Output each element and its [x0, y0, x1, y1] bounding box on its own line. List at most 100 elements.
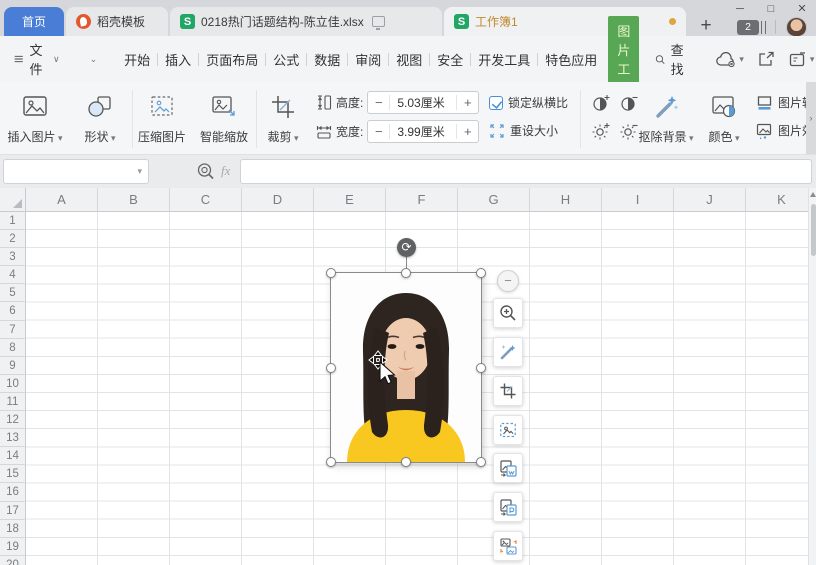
formula-input[interactable] — [240, 159, 812, 184]
menu-tab-插入[interactable]: 插入 — [158, 46, 198, 73]
vertical-scrollbar[interactable] — [808, 188, 816, 565]
maximize-button[interactable]: □ — [758, 2, 784, 17]
scroll-up-icon[interactable] — [810, 192, 816, 197]
menu-tab-开始[interactable]: 开始 — [117, 46, 157, 73]
column-header-B[interactable]: B — [98, 188, 170, 212]
crop-button[interactable]: 裁剪 ▾ — [254, 90, 312, 145]
user-avatar[interactable] — [786, 17, 807, 38]
collapse-toolbar-button[interactable]: − — [497, 270, 519, 292]
select-all-corner[interactable] — [0, 188, 26, 212]
row-header-11[interactable]: 11 — [0, 392, 26, 412]
resize-handle-s[interactable] — [401, 457, 411, 467]
row-header-7[interactable]: 7 — [0, 320, 26, 339]
ribbon-scroll-expander[interactable]: › — [806, 82, 816, 154]
quick-access-dropdown-icon[interactable]: ⌄ — [90, 54, 98, 65]
tab-workbook1-active[interactable]: S 工作簿1 — [444, 7, 686, 36]
row-header-15[interactable]: 15 — [0, 465, 26, 484]
scrollbar-thumb[interactable] — [810, 204, 816, 256]
new-tab-button[interactable]: + — [694, 16, 718, 37]
resize-handle-ne[interactable] — [476, 268, 486, 278]
column-header-J[interactable]: J — [674, 188, 746, 212]
menu-tab-数据[interactable]: 数据 — [307, 46, 347, 73]
remove-background-quick-button[interactable] — [493, 337, 523, 367]
resize-handle-se[interactable] — [476, 457, 486, 467]
column-header-D[interactable]: D — [242, 188, 314, 212]
row-header-8[interactable]: 8 — [0, 338, 26, 357]
column-header-E[interactable]: E — [314, 188, 386, 212]
width-increase-button[interactable]: + — [456, 124, 478, 139]
column-header-F[interactable]: F — [386, 188, 458, 212]
row-header-6[interactable]: 6 — [0, 302, 26, 321]
row-header-18[interactable]: 18 — [0, 519, 26, 538]
replace-picture-button[interactable] — [493, 531, 523, 561]
column-header-K[interactable]: K — [746, 188, 808, 212]
height-increase-button[interactable]: + — [456, 95, 478, 110]
row-header-17[interactable]: 17 — [0, 501, 26, 520]
reset-size-button[interactable]: 重设大小 — [489, 122, 558, 139]
remove-background-button[interactable]: 抠除背景 ▾ — [636, 90, 696, 145]
picture-to-doc-button[interactable] — [493, 453, 523, 483]
row-header-9[interactable]: 9 — [0, 356, 26, 375]
share-icon[interactable] — [758, 51, 775, 67]
lock-aspect-ratio-checkbox[interactable]: 锁定纵横比 — [489, 94, 568, 111]
column-header-A[interactable]: A — [26, 188, 98, 212]
menu-tab-页面布局[interactable]: 页面布局 — [199, 46, 265, 73]
row-header-3[interactable]: 3 — [0, 248, 26, 267]
resize-handle-sw[interactable] — [326, 457, 336, 467]
minimize-button[interactable]: ─ — [727, 2, 753, 17]
portrait-photo[interactable] — [331, 273, 481, 462]
close-button[interactable]: ✕ — [789, 2, 815, 17]
menu-tab-视图[interactable]: 视图 — [389, 46, 429, 73]
menu-tab-开发工具[interactable]: 开发工具 — [471, 46, 537, 73]
resize-handle-e[interactable] — [476, 363, 486, 373]
column-header-G[interactable]: G — [458, 188, 530, 212]
row-header-14[interactable]: 14 — [0, 447, 26, 466]
increase-brightness-button[interactable] — [592, 122, 611, 140]
column-header-C[interactable]: C — [170, 188, 242, 212]
row-header-1[interactable]: 1 — [0, 212, 26, 231]
row-header-13[interactable]: 13 — [0, 429, 26, 448]
row-header-4[interactable]: 4 — [0, 266, 26, 285]
name-box[interactable]: ▾ — [3, 159, 149, 184]
menu-tab-特色应用[interactable]: 特色应用 — [538, 46, 604, 73]
row-header-12[interactable]: 12 — [0, 411, 26, 430]
tab-list-badge[interactable]: 2 — [737, 20, 759, 35]
menu-tab-安全[interactable]: 安全 — [430, 46, 470, 73]
row-header-20[interactable]: 20 — [0, 555, 26, 565]
tab-docer-templates[interactable]: 稻壳模板 — [66, 7, 168, 36]
row-header-2[interactable]: 2 — [0, 230, 26, 249]
row-header-16[interactable]: 16 — [0, 483, 26, 502]
picture-to-ppt-button[interactable] — [493, 492, 523, 522]
width-value[interactable]: 3.99厘米 — [390, 123, 456, 140]
resize-handle-w[interactable] — [326, 363, 336, 373]
menu-tab-公式[interactable]: 公式 — [266, 46, 306, 73]
row-header-10[interactable]: 10 — [0, 374, 26, 393]
interface-settings-button[interactable]: ▾ — [789, 51, 814, 67]
insert-picture-button[interactable]: 插入图片 ▾ — [3, 90, 67, 145]
tab-home[interactable]: 首页 — [4, 7, 64, 36]
menu-tab-审阅[interactable]: 审阅 — [348, 46, 388, 73]
crop-quick-button[interactable] — [493, 376, 523, 406]
rotate-handle[interactable]: ⟳ — [397, 238, 416, 257]
row-header-5[interactable]: 5 — [0, 284, 26, 303]
zoom-picture-button[interactable] — [493, 298, 523, 328]
width-decrease-button[interactable]: − — [368, 124, 391, 139]
height-value[interactable]: 5.03厘米 — [390, 94, 456, 111]
file-menu-button[interactable]: 文件 ∨ — [0, 40, 70, 78]
compress-picture-button[interactable]: 压缩图片 — [130, 90, 194, 145]
column-header-I[interactable]: I — [602, 188, 674, 212]
resize-handle-n[interactable] — [401, 268, 411, 278]
resize-handle-nw[interactable] — [326, 268, 336, 278]
column-header-H[interactable]: H — [530, 188, 602, 212]
fx-icon[interactable]: fx — [221, 163, 230, 179]
magnifier-zoom-icon[interactable] — [196, 162, 215, 181]
cloud-sync-button[interactable]: ▾ — [716, 51, 744, 67]
row-header-19[interactable]: 19 — [0, 537, 26, 556]
shapes-button[interactable]: 形状 ▾ — [68, 90, 132, 145]
compress-picture-quick-button[interactable] — [493, 415, 523, 445]
height-decrease-button[interactable]: − — [368, 95, 391, 110]
find-button[interactable]: 查找 — [655, 40, 688, 78]
smart-zoom-button[interactable]: 智能缩放 — [192, 90, 256, 145]
picture-color-button[interactable]: 颜色 ▾ — [698, 90, 750, 145]
tab-document[interactable]: S 0218热门话题结构-陈立佳.xlsx — [170, 7, 442, 36]
